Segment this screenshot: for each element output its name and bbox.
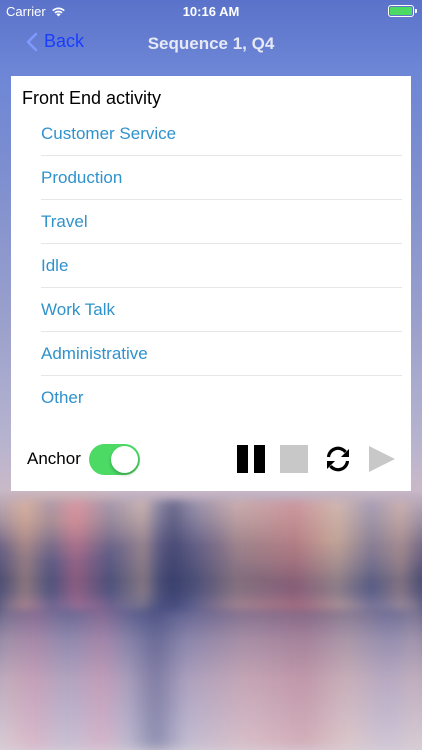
card-title: Front End activity	[22, 88, 162, 108]
water-reflection	[0, 600, 422, 750]
navigation-bar: Back Sequence 1, Q4	[0, 22, 422, 66]
battery-icon	[388, 5, 417, 17]
activity-item-work-talk[interactable]: Work Talk	[41, 288, 402, 332]
pause-icon[interactable]	[236, 444, 266, 474]
activity-list: Customer Service Production Travel Idle …	[41, 112, 402, 420]
activity-item-customer-service[interactable]: Customer Service	[41, 112, 402, 156]
activity-item-production[interactable]: Production	[41, 156, 402, 200]
activity-item-other[interactable]: Other	[41, 376, 402, 420]
controls-row: Anchor	[11, 442, 411, 478]
activity-item-administrative[interactable]: Administrative	[41, 332, 402, 376]
status-bar: Carrier 10:16 AM	[0, 0, 422, 22]
stop-icon[interactable]	[279, 444, 309, 474]
toggle-knob	[111, 446, 138, 473]
anchor-toggle[interactable]	[89, 444, 140, 475]
city-lights	[0, 500, 422, 610]
refresh-icon[interactable]	[323, 444, 353, 474]
play-icon[interactable]	[367, 444, 397, 474]
activity-item-travel[interactable]: Travel	[41, 200, 402, 244]
clock: 10:16 AM	[182, 4, 240, 19]
activity-card: Front End activity Customer Service Prod…	[11, 76, 411, 491]
activity-item-idle[interactable]: Idle	[41, 244, 402, 288]
page-title: Sequence 1, Q4	[147, 34, 275, 53]
anchor-label: Anchor	[27, 449, 81, 468]
